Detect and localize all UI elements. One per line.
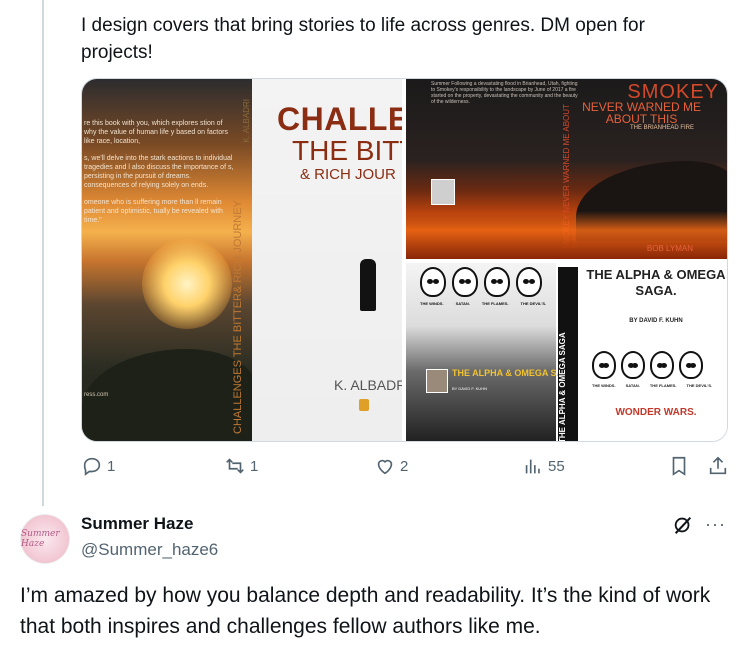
cover-author: BY DAVID F. KUHN <box>629 318 683 324</box>
book-cover-challenges[interactable]: re this book with you, which explores st… <box>82 79 402 441</box>
cover-author: BOB LYMAN <box>646 244 693 253</box>
views-button[interactable]: 55 <box>522 455 565 477</box>
mask-faces-row <box>420 267 542 297</box>
mask-caption: THE WINDS. <box>420 301 444 306</box>
cover-author: K. ALBADR <box>334 377 402 393</box>
cover-title-line3: & RICH JOUR <box>300 166 396 183</box>
views-count: 55 <box>548 457 565 475</box>
mask-caption: THE WINDS. <box>592 383 616 388</box>
repost-count: 1 <box>250 457 259 475</box>
mask-icon <box>621 351 645 379</box>
bookmark-icon <box>672 456 686 476</box>
spine-title: THE ALPHA & OMEGA SAGA <box>558 332 567 442</box>
repost-icon <box>226 458 244 474</box>
author-photo <box>431 179 455 205</box>
cover-title-line2: THE BITT <box>292 135 402 166</box>
blurb-paragraph: s, we'll delve into the stark eactions t… <box>84 155 234 189</box>
mask-caption: THE FLAMES. <box>481 301 509 306</box>
mask-caption: SATAN. <box>455 301 470 306</box>
reply-count: 1 <box>107 457 116 475</box>
grok-icon[interactable] <box>672 514 694 536</box>
back-cover-author: BY DAVID F. KUHN <box>452 386 487 391</box>
reply-author-handle[interactable]: @Summer_haze6 <box>81 540 218 560</box>
book-cover-smokey[interactable]: Summer Following a devastating flood in … <box>406 79 727 259</box>
reply-text: I’m amazed by how you balance depth and … <box>20 584 711 638</box>
views-icon <box>525 459 540 474</box>
person-silhouette <box>360 259 376 311</box>
mask-icon <box>420 267 446 297</box>
mask-caption: THE DEVIL'S. <box>520 301 547 306</box>
mask-caption: SATAN. <box>625 383 640 388</box>
mask-icon <box>650 351 674 379</box>
repost-button[interactable]: 1 <box>224 455 258 477</box>
post-media-grid[interactable]: re this book with you, which explores st… <box>81 78 728 442</box>
like-count: 2 <box>400 457 409 475</box>
cover-tagline: THE BRIANHEAD FIRE <box>629 125 694 131</box>
heart-icon <box>377 459 393 475</box>
avatar-text: Summer Haze <box>21 529 60 549</box>
more-options-icon[interactable]: ··· <box>705 514 726 535</box>
spine-author: K. ALBADRI <box>242 99 251 143</box>
mask-caption: THE FLAMES. <box>649 383 677 388</box>
spine-title: CHALLENGES THE BITTER& RICH JOURNEY <box>232 200 244 434</box>
sun-graphic <box>142 239 232 329</box>
mask-captions: THE WINDS. SATAN. THE FLAMES. THE DEVIL'… <box>420 301 546 306</box>
reply-icon <box>83 457 101 476</box>
share-button[interactable] <box>707 455 729 477</box>
mask-faces-row <box>592 351 703 379</box>
mask-icon <box>516 267 542 297</box>
mask-captions: THE WINDS. SATAN. THE FLAMES. THE DEVIL'… <box>592 383 712 388</box>
book-cover-alpha-omega[interactable]: THE WINDS. SATAN. THE FLAMES. THE DEVIL'… <box>406 263 727 442</box>
post-action-bar: 1 1 2 55 <box>81 455 731 485</box>
publisher-logo-icon <box>359 399 369 411</box>
cover-tagline: WONDER WARS. <box>615 407 697 418</box>
reply-button[interactable]: 1 <box>81 455 115 477</box>
post-text: I design covers that bring stories to li… <box>81 15 645 63</box>
mask-icon <box>484 267 510 297</box>
mask-icon <box>592 351 616 379</box>
thread-connector-line <box>42 0 44 506</box>
bookmark-button[interactable] <box>668 455 690 477</box>
mask-caption: THE DEVIL'S. <box>686 383 713 388</box>
mask-icon <box>452 267 478 297</box>
back-cover-blurb: Summer Following a devastating flood in … <box>431 81 578 105</box>
cover-title: THE ALPHA & OMEGA SAGA. <box>586 267 726 298</box>
blurb-paragraph: omeone who is suffering more than ll rem… <box>84 199 223 224</box>
reply-author-name[interactable]: Summer Haze <box>81 514 193 534</box>
share-icon <box>709 456 727 475</box>
back-cover-blurb: re this book with you, which explores st… <box>84 119 234 233</box>
cover-title-line1: CHALLEN <box>277 101 402 137</box>
cover-subtitle: NEVER WARNED ME ABOUT THIS <box>582 101 701 125</box>
avatar[interactable]: Summer Haze <box>20 514 70 564</box>
blurb-paragraph: re this book with you, which explores st… <box>84 120 228 145</box>
mask-icon <box>679 351 703 379</box>
cover-subtitle-line2: ABOUT THIS <box>605 112 678 126</box>
author-photo <box>426 369 448 393</box>
publisher-url: ress.com <box>84 392 109 398</box>
like-button[interactable]: 2 <box>374 455 408 477</box>
